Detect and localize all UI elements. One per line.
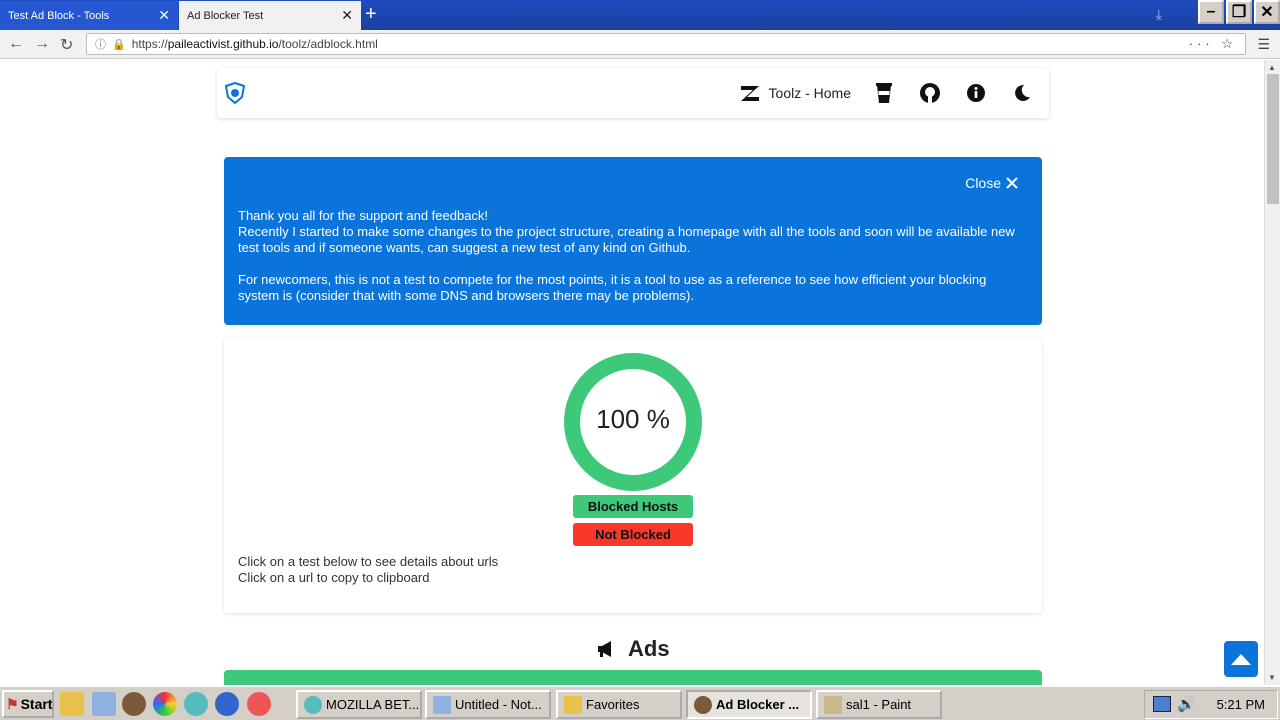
windows-taskbar: ⚑ Start MOZILLA BET... Untitled - Not...… <box>0 685 1280 720</box>
url-scheme: https:// <box>131 37 168 51</box>
url-path: /toolz/adblock.html <box>278 37 378 51</box>
info-circle-icon[interactable]: ⓘ <box>95 36 106 52</box>
notice-line-2: Recently I started to make some changes … <box>238 224 1015 255</box>
notice-line-1: Thank you all for the support and feedba… <box>238 208 489 223</box>
start-label: Start <box>20 696 53 712</box>
taskbar-item-notepad[interactable]: Untitled - Not... <box>425 690 551 719</box>
notice-line-3: For newcomers, this is not a test to com… <box>238 272 987 303</box>
url-host: paileactivist.github.io <box>167 37 279 51</box>
chrome-quicklaunch-icon[interactable] <box>153 692 177 716</box>
mozilla-quicklaunch-icon[interactable] <box>184 692 208 716</box>
score-percent: 100 % <box>596 404 670 434</box>
new-tab-plus-icon[interactable]: + <box>365 3 377 26</box>
close-icon <box>1006 177 1018 189</box>
taskbar-item-favorites[interactable]: Favorites <box>556 690 682 719</box>
megaphone-icon <box>598 641 611 657</box>
taskbar-item-mozilla[interactable]: MOZILLA BET... <box>296 690 422 719</box>
scroll-up-arrow-icon[interactable]: ▲ <box>1268 63 1276 72</box>
close-label: Close <box>965 175 1001 191</box>
paint-app-icon <box>824 696 842 714</box>
toolz-logo-icon <box>740 86 759 101</box>
url-bar[interactable]: ⓘ 🔒 https:// paileactivist.github.io /to… <box>86 33 1246 55</box>
restore-button[interactable]: ❐ <box>1226 0 1252 24</box>
page-actions-icon[interactable]: ··· ☆ <box>1189 36 1237 52</box>
browser-nav-bar: ← → ↻ ⓘ 🔒 https:// paileactivist.github.… <box>0 30 1280 59</box>
scroll-to-top-button[interactable] <box>1224 641 1258 677</box>
tab-title: Ad Blocker Test <box>187 9 264 22</box>
scrollbar-thumb[interactable] <box>1267 74 1279 204</box>
back-arrow-icon[interactable]: ← <box>8 35 24 53</box>
browser-tab-test-ad-block[interactable]: Test Ad Block - Tools ✕ <box>0 1 178 30</box>
download-arrow-icon[interactable]: ⤓ <box>1156 6 1162 23</box>
taskbar-item-label: Favorites <box>586 697 640 712</box>
folder-quicklaunch-icon[interactable] <box>60 692 84 716</box>
network-icon[interactable] <box>1153 696 1171 712</box>
close-window-button[interactable]: ✕ <box>1254 0 1280 24</box>
minimize-button[interactable]: – <box>1198 0 1224 24</box>
forward-arrow-icon[interactable]: → <box>34 35 50 53</box>
coffee-icon[interactable] <box>871 80 897 106</box>
moon-icon[interactable] <box>1009 80 1035 106</box>
taskbar-item-ad-blocker[interactable]: Ad Blocker ... <box>686 690 812 719</box>
mozilla-app-icon <box>304 696 322 714</box>
taskbar-item-label: sal1 - Paint <box>846 697 912 712</box>
reload-icon[interactable]: ↻ <box>60 35 73 55</box>
section-title-text: Ads <box>628 636 670 661</box>
taskbar-item-label: Untitled - Not... <box>455 697 542 712</box>
not-blocked-badge: Not Blocked <box>573 523 693 546</box>
lock-icon: 🔒 <box>112 38 126 51</box>
hint-urls: Click on a url to copy to clipboard <box>238 570 430 585</box>
site-header: Toolz - Home <box>217 68 1049 118</box>
toolz-home-label: Toolz - Home <box>768 85 851 101</box>
info-icon[interactable] <box>963 80 989 106</box>
notepad-quicklaunch-icon[interactable] <box>92 692 116 716</box>
tab-close-icon[interactable]: ✕ <box>341 8 353 22</box>
blocked-hosts-badge: Blocked Hosts <box>573 495 693 518</box>
notice-text: Thank you all for the support and feedba… <box>238 208 1028 320</box>
notice-banner: Close Thank you all for the support and … <box>224 157 1042 325</box>
maxthon-quicklaunch-icon[interactable] <box>215 692 239 716</box>
site-nav: Toolz - Home <box>739 80 1035 106</box>
browser-tab-strip: Test Ad Block - Tools ✕ Ad Blocker Test … <box>0 0 1280 30</box>
tab-title: Test Ad Block - Tools <box>8 9 110 22</box>
start-button[interactable]: ⚑ Start <box>2 690 54 718</box>
ccleaner-quicklaunch-icon[interactable] <box>247 692 271 716</box>
notepad-app-icon <box>433 696 451 714</box>
clock[interactable]: 5:21 PM <box>1217 697 1265 712</box>
page-scrollbar[interactable]: ▲ ▼ <box>1264 60 1280 685</box>
windows-flag-icon: ⚑ <box>6 695 19 712</box>
arrow-up-icon <box>1231 654 1251 665</box>
results-card: 100 % Blocked Hosts Not Blocked Click on… <box>224 338 1042 613</box>
volume-icon[interactable]: 🔊 <box>1177 695 1196 713</box>
hint-tests: Click on a test below to see details abo… <box>238 554 499 569</box>
taskbar-item-label: MOZILLA BET... <box>326 697 420 712</box>
ads-test-header[interactable] <box>224 670 1042 685</box>
page-content: Toolz - Home Close Thank you all for the… <box>0 60 1264 685</box>
scroll-down-arrow-icon[interactable]: ▼ <box>1268 673 1276 682</box>
close-notice-button[interactable]: Close <box>965 175 1018 191</box>
raccoon-app-icon <box>694 696 712 714</box>
window-controls: – ❐ ✕ <box>1196 0 1280 24</box>
taskbar-item-label: Ad Blocker ... <box>716 697 800 712</box>
raccoon-quicklaunch-icon[interactable] <box>122 692 146 716</box>
toolz-home-link[interactable]: Toolz - Home <box>739 82 851 104</box>
github-icon[interactable] <box>917 80 943 106</box>
browser-tab-ad-blocker-test[interactable]: Ad Blocker Test ✕ <box>179 1 361 30</box>
shield-logo-icon[interactable] <box>225 82 245 104</box>
system-tray: 🔊 5:21 PM <box>1144 690 1278 719</box>
taskbar-item-paint[interactable]: sal1 - Paint <box>816 690 942 719</box>
favorites-star-icon <box>564 696 582 714</box>
tab-close-icon[interactable]: ✕ <box>158 8 170 22</box>
menu-hamburger-icon[interactable]: ☰ <box>1257 36 1270 53</box>
section-title-ads: Ads <box>596 636 670 662</box>
